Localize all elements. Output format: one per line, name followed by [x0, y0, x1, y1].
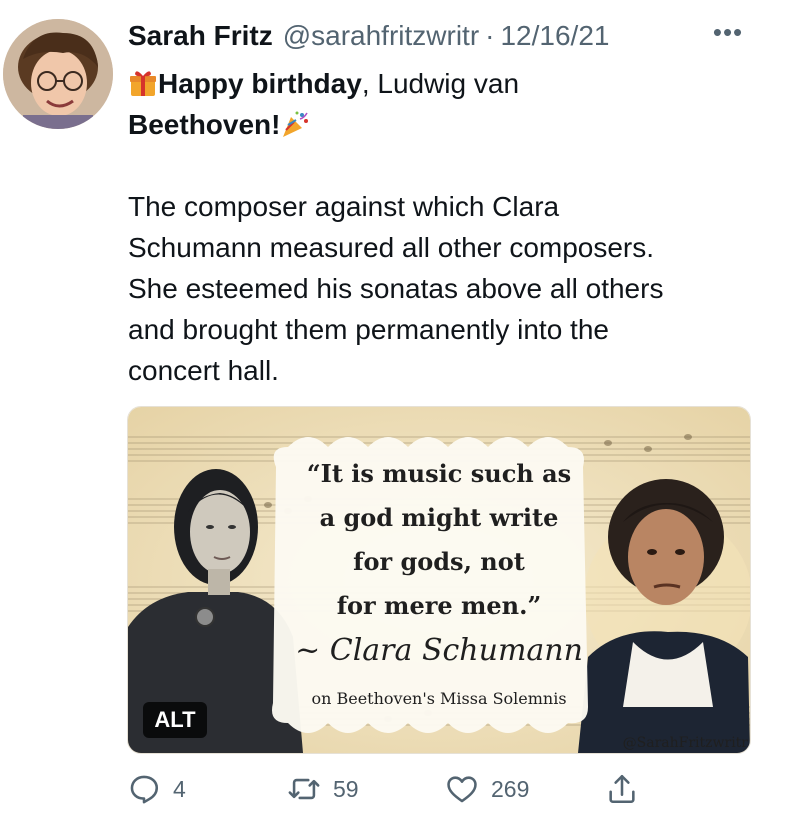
like-button[interactable]: 269	[445, 772, 529, 806]
tweet-bold-name: Beethoven!	[128, 109, 281, 140]
share-button[interactable]	[605, 772, 639, 806]
retweet-button[interactable]: 59	[287, 772, 359, 806]
retweet-icon	[288, 778, 320, 800]
tweet-body-line: Schumann measured all other composers.	[128, 232, 655, 263]
tweet-media-image[interactable]: “It is music such as a god might write f…	[127, 406, 751, 754]
more-options-icon[interactable]: •••	[708, 19, 748, 46]
tweet-body-line: She esteemed his sonatas above all other…	[128, 273, 664, 304]
gift-icon	[130, 71, 156, 96]
alt-text-button[interactable]: ALT	[143, 702, 207, 738]
heart-icon	[447, 776, 477, 803]
image-watermark: @SarahFritzwritr	[622, 735, 748, 751]
retweet-count: 59	[333, 775, 359, 802]
party-popper-icon	[283, 111, 309, 137]
tweet-bold-greeting: Happy birthday	[158, 68, 362, 99]
tweet-greeting-rest: , Ludwig van	[361, 68, 520, 99]
reply-count: 4	[173, 775, 186, 802]
avatar[interactable]	[3, 19, 113, 129]
tweet-body-line: concert hall.	[128, 355, 279, 386]
quote-line: for gods, not	[353, 547, 525, 576]
share-icon	[609, 774, 635, 804]
quote-line: for mere men.”	[336, 591, 542, 620]
tweet-body-line: and brought them permanently into the	[128, 314, 609, 345]
tweet-text: Happy birthday, Ludwig van Beethoven! Th…	[128, 63, 758, 391]
reply-button[interactable]: 4	[127, 772, 186, 806]
author-name[interactable]: Sarah Fritz	[128, 20, 273, 52]
avatar-image	[3, 19, 113, 129]
tweet-line-2: Beethoven!	[128, 104, 758, 145]
author-handle[interactable]: @sarahfritzwritr	[283, 20, 479, 52]
tweet-date[interactable]: 12/16/21	[500, 20, 609, 52]
quote-attribution: ~ Clara Schumann	[295, 633, 583, 668]
reply-icon	[130, 775, 159, 804]
quote-subtitle: on Beethoven's Missa Solemnis	[311, 689, 567, 708]
tweet-actions: 4 59 269	[127, 772, 767, 812]
like-count: 269	[491, 775, 530, 802]
quote-line: a god might write	[319, 503, 559, 532]
tweet-line-1: Happy birthday, Ludwig van	[128, 63, 758, 104]
tweet-body-line: The composer against which Clara	[128, 191, 560, 222]
quote-line: “It is music such as	[306, 459, 572, 488]
separator-dot: ·	[485, 20, 495, 51]
tweet-header: Sarah Fritz @sarahfritzwritr · 12/16/21	[128, 20, 768, 56]
